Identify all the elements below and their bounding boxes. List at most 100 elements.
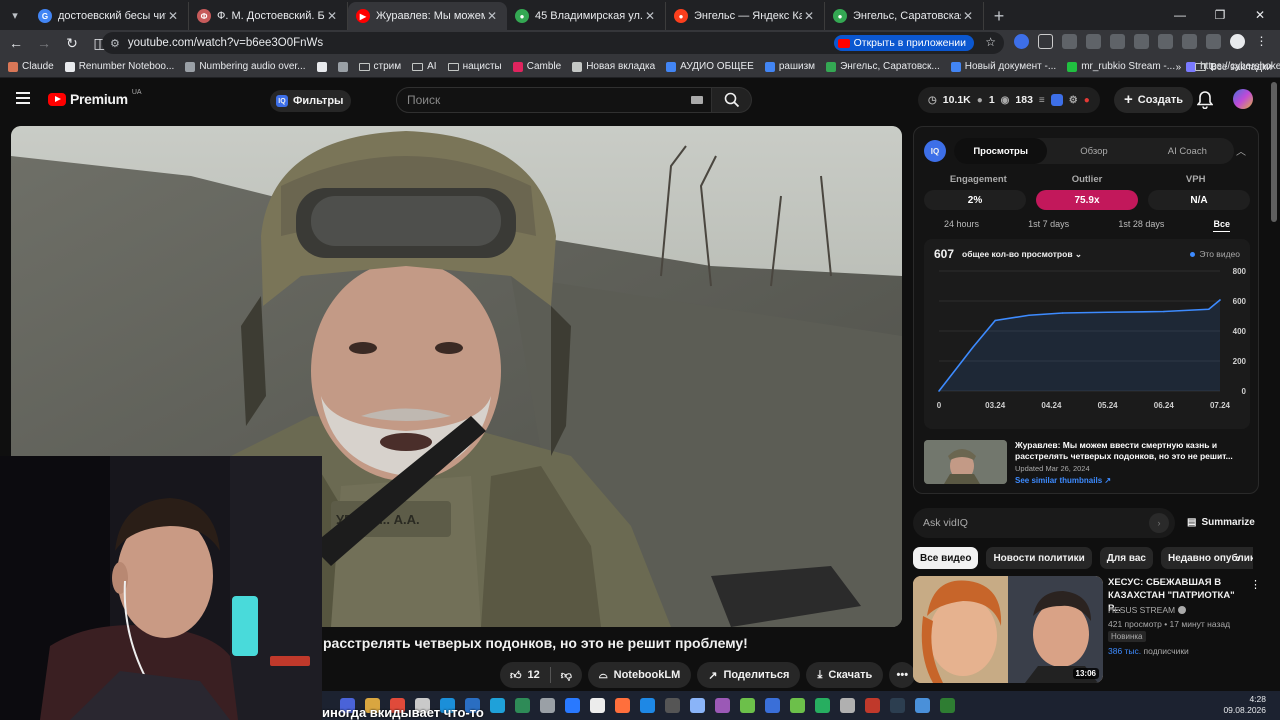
bookmark-star-icon[interactable]: ☆ [985, 35, 996, 49]
downloads-icon[interactable] [1206, 34, 1221, 49]
collapse-icon[interactable]: ︿ [1236, 143, 1246, 158]
profile-icon[interactable] [1230, 34, 1245, 49]
translate-icon[interactable] [1062, 34, 1077, 49]
page-scrollbar[interactable] [1271, 82, 1277, 222]
bookmark-item[interactable]: АУДИО ОБЩЕЕ [666, 61, 754, 72]
taskbar-app-icon[interactable] [915, 698, 930, 713]
taskbar-app-icon[interactable] [690, 698, 705, 713]
taskbar-app-icon[interactable] [865, 698, 880, 713]
range-tab[interactable]: Все [1213, 219, 1230, 232]
tab-search-icon[interactable]: ▾ [0, 0, 30, 30]
taskbar-app-icon[interactable] [490, 698, 505, 713]
site-info-icon[interactable]: ⚙ [110, 37, 120, 50]
taskbar-app-icon[interactable] [640, 698, 655, 713]
taskbar-app-icon[interactable] [815, 698, 830, 713]
notifications-icon[interactable] [1197, 91, 1213, 109]
browser-tab[interactable]: ● Энгельс — Яндекс Карты✕ [666, 2, 825, 30]
bookmark-item[interactable]: Camble [512, 61, 561, 72]
video-menu-icon[interactable]: ⋮ [1250, 578, 1261, 591]
reload-icon[interactable]: ↻ [60, 31, 84, 55]
close-tab-icon[interactable]: ✕ [961, 9, 975, 23]
taskbar-app-icon[interactable] [890, 698, 905, 713]
taskbar-app-icon[interactable] [665, 698, 680, 713]
taskbar-app-icon[interactable] [540, 698, 555, 713]
media-icon[interactable] [1182, 34, 1197, 49]
more-actions-button[interactable]: ••• [889, 662, 916, 688]
vidiq-tab[interactable]: AI Coach [1141, 138, 1234, 164]
more-bookmarks-icon[interactable]: » [1176, 62, 1182, 73]
close-window-icon[interactable]: ✕ [1240, 0, 1280, 30]
browser-tab[interactable]: Ф Ф. М. Достоевский. Бесы. Текст✕ [189, 2, 348, 30]
chevron-right-icon[interactable]: › [1236, 551, 1240, 565]
channel-name[interactable]: HESUS STREAM [1108, 605, 1187, 615]
omnibox[interactable]: ⚙ youtube.com/watch?v=b6ee3O0FnWs Открыт… [102, 32, 1004, 54]
bookmark-item[interactable] [337, 61, 348, 72]
range-tab[interactable]: 24 hours [944, 219, 979, 232]
new-tab-icon[interactable]: + [984, 2, 1014, 30]
close-tab-icon[interactable]: ✕ [802, 9, 816, 23]
browser-tab[interactable]: Gдостоевский бесы читать онлайн✕ [30, 2, 189, 30]
extension-icon[interactable] [1134, 34, 1149, 49]
filter-chip[interactable]: Новости политики [986, 547, 1092, 569]
search-button[interactable] [712, 87, 752, 113]
maximize-icon[interactable]: ❐ [1200, 0, 1240, 30]
similar-thumbnails-link[interactable]: See similar thumbnails ↗ [1015, 476, 1111, 485]
bookmark-item[interactable]: Renumber Noteboo... [64, 61, 174, 72]
close-tab-icon[interactable]: ✕ [325, 9, 339, 23]
all-bookmarks[interactable]: Все закладки [1195, 62, 1272, 73]
related-title[interactable]: Журавлев: Мы можем ввести смертную казнь… [1015, 440, 1245, 462]
bookmark-item[interactable]: mr_rubkio Stream -... [1067, 61, 1175, 72]
forward-icon[interactable]: → [32, 31, 56, 55]
browser-tab[interactable]: ● Энгельс, Саратовская обл. – Goo✕ [825, 2, 984, 30]
extension-icon[interactable] [1158, 34, 1173, 49]
download-button[interactable]: ⤓ Скачать [806, 662, 884, 688]
create-button[interactable]: + Создать [1114, 87, 1194, 113]
taskbar-app-icon[interactable] [940, 698, 955, 713]
related-video[interactable]: Журавлев: Мы можем ввести смертную казнь… [924, 440, 1250, 486]
taskbar-app-icon[interactable] [790, 698, 805, 713]
close-tab-icon[interactable]: ✕ [166, 9, 180, 23]
bookmark-item[interactable]: Новый документ -... [950, 61, 1056, 72]
browser-tab[interactable]: ● 45 Владимирская ул. – Google✕ [507, 2, 666, 30]
taskbar-app-icon[interactable] [515, 698, 530, 713]
views-selector[interactable]: общее кол-во просмотров ⌄ [962, 249, 1082, 260]
share-button[interactable]: ↗ Поделиться [697, 662, 801, 688]
close-tab-icon[interactable]: ✕ [643, 9, 657, 23]
extension-icon[interactable] [1014, 34, 1029, 49]
send-icon[interactable]: › [1149, 513, 1169, 533]
related-thumbnail[interactable] [924, 440, 1007, 484]
bookmark-item[interactable]: Новая вкладка [572, 61, 655, 72]
recommended-video-card[interactable]: 13:06 ХЕСУС: СБЕЖАВШАЯ В КАЗАХСТАН "ПАТР… [913, 576, 1261, 684]
bookmark-item[interactable] [316, 61, 327, 72]
bookmark-folder[interactable]: стрим [358, 61, 401, 72]
bookmark-item[interactable]: рашизм [764, 61, 815, 72]
search-input[interactable]: Поиск [396, 87, 712, 113]
vidiq-tab[interactable]: Просмотры [954, 138, 1048, 164]
filter-chip[interactable]: Для вас [1099, 547, 1153, 569]
minimize-icon[interactable]: — [1160, 0, 1200, 30]
taskbar-app-icon[interactable] [740, 698, 755, 713]
puzzle-icon[interactable] [1038, 34, 1053, 49]
bookmark-folder[interactable]: AI [412, 61, 437, 72]
bookmark-item[interactable]: Энгельс, Саратовск... [826, 61, 940, 72]
youtube-logo[interactable]: Premium UA [48, 89, 142, 107]
vidiq-stats[interactable]: ◷ 10.1K ● 1 ◉ 183 ≡ ⚙ ● [918, 87, 1100, 113]
browser-tab[interactable]: ▶ Журавлев: Мы можем ввести✕ [348, 2, 507, 30]
keyboard-icon[interactable] [691, 96, 703, 104]
back-icon[interactable]: ← [4, 31, 28, 55]
taskbar-app-icon[interactable] [715, 698, 730, 713]
bookmark-item[interactable]: Claude [8, 61, 54, 72]
recommended-thumbnail[interactable]: 13:06 [913, 576, 1103, 683]
filters-button[interactable]: IQ Фильтры [270, 90, 352, 112]
bookmark-folder[interactable]: нацисты [447, 61, 502, 72]
taskbar-app-icon[interactable] [590, 698, 605, 713]
extension-icon[interactable] [1086, 34, 1101, 49]
chrome-menu-icon[interactable]: ⋮ [1254, 34, 1269, 49]
link-icon[interactable] [1110, 34, 1125, 49]
notebooklm-button[interactable]: ⌓ NotebookLM [587, 662, 692, 688]
summarize-button[interactable]: ▤ Summarize [1187, 517, 1255, 528]
taskbar-app-icon[interactable] [840, 698, 855, 713]
menu-icon[interactable] [16, 92, 30, 104]
dislike-button[interactable]: 👎︎ [551, 669, 582, 682]
avatar[interactable] [1233, 89, 1253, 109]
